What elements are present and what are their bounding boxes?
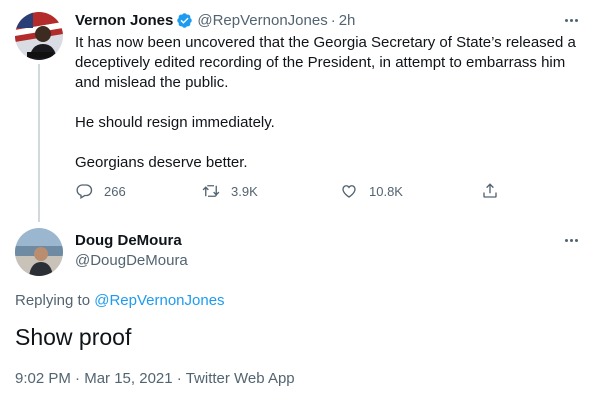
avatar-doug-demoura[interactable] <box>15 228 63 276</box>
like-button[interactable]: 10.8K <box>340 182 403 200</box>
avatar-vernon-jones[interactable] <box>15 12 63 60</box>
more-icon[interactable] <box>560 13 582 27</box>
share-icon <box>483 183 497 198</box>
tweet1-paragraph: It has now been uncovered that the Georg… <box>75 34 576 91</box>
tweet2-source[interactable]: Twitter Web App <box>186 370 295 387</box>
tweet2-text: Show proof <box>15 324 132 350</box>
retweet-count: 3.9K <box>231 183 258 199</box>
tweet1-timestamp[interactable]: 2h <box>339 12 356 29</box>
share-button[interactable] <box>481 182 510 200</box>
replying-to-line: Replying to @RepVernonJones <box>15 292 225 309</box>
meta-separator: · <box>176 370 182 387</box>
tweet1-text: It has now been uncovered that the Georg… <box>75 33 580 173</box>
tweet2-date[interactable]: Mar 15, 2021 <box>84 370 172 387</box>
thread-connector-line <box>38 64 40 222</box>
verified-badge-icon <box>176 12 193 29</box>
tweet1-author-handle[interactable]: @RepVernonJones <box>197 12 327 29</box>
tweet1-author-name[interactable]: Vernon Jones <box>75 12 173 29</box>
retweet-button[interactable]: 3.9K <box>202 182 258 200</box>
like-icon <box>342 185 356 198</box>
tweet1-header: Vernon Jones @RepVernonJones · 2h <box>75 10 355 30</box>
tweet1-paragraph: He should resign immediately. <box>75 114 275 131</box>
tweet1-paragraph: Georgians deserve better. <box>75 154 248 171</box>
reply-button[interactable]: 266 <box>75 182 126 200</box>
more-icon[interactable] <box>560 233 582 247</box>
tweet1-separator: · <box>330 11 336 29</box>
meta-separator: · <box>75 370 81 387</box>
replying-to-link[interactable]: @RepVernonJones <box>94 292 224 309</box>
like-count: 10.8K <box>369 183 403 199</box>
tweet2-author-handle[interactable]: @DougDeMoura <box>75 252 188 269</box>
tweet2-meta: 9:02 PM · Mar 15, 2021 · Twitter Web App <box>15 370 295 387</box>
replying-to-label: Replying to <box>15 292 91 309</box>
tweet1-action-bar: 266 3.9K 10.8K <box>75 182 580 202</box>
tweet2-time[interactable]: 9:02 PM <box>15 370 71 387</box>
reply-count: 266 <box>104 183 126 199</box>
tweet2-author-name[interactable]: Doug DeMoura <box>75 232 182 249</box>
retweet-icon <box>202 185 220 197</box>
reply-icon <box>76 184 93 199</box>
